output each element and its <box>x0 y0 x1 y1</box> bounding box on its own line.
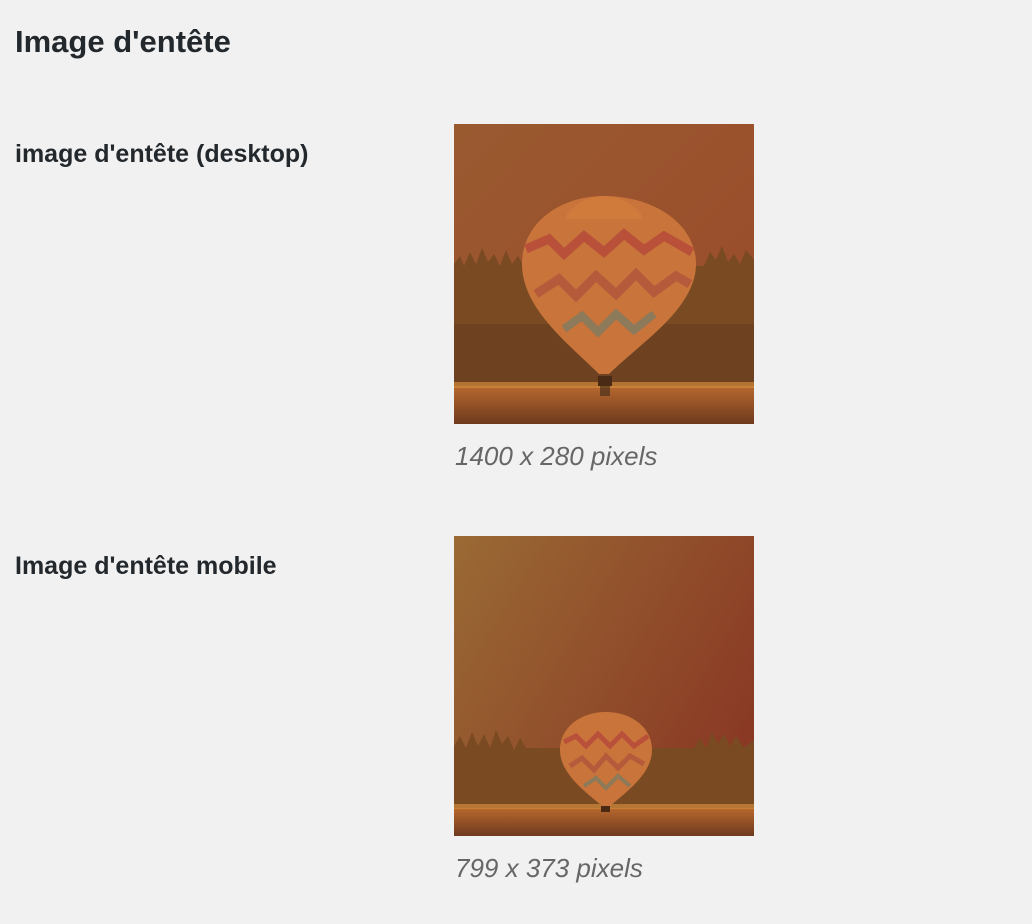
desktop-dimensions-caption: 1400 x 280 pixels <box>455 441 658 471</box>
mobile-header-image-thumbnail[interactable] <box>454 536 754 836</box>
section-title: Image d'entête <box>15 24 231 59</box>
mobile-dimensions-caption: 799 x 373 pixels <box>455 853 643 883</box>
field-label-desktop: image d'entête (desktop) <box>15 140 309 168</box>
desktop-header-image-thumbnail[interactable] <box>454 124 754 424</box>
field-label-mobile: Image d'entête mobile <box>15 552 277 580</box>
